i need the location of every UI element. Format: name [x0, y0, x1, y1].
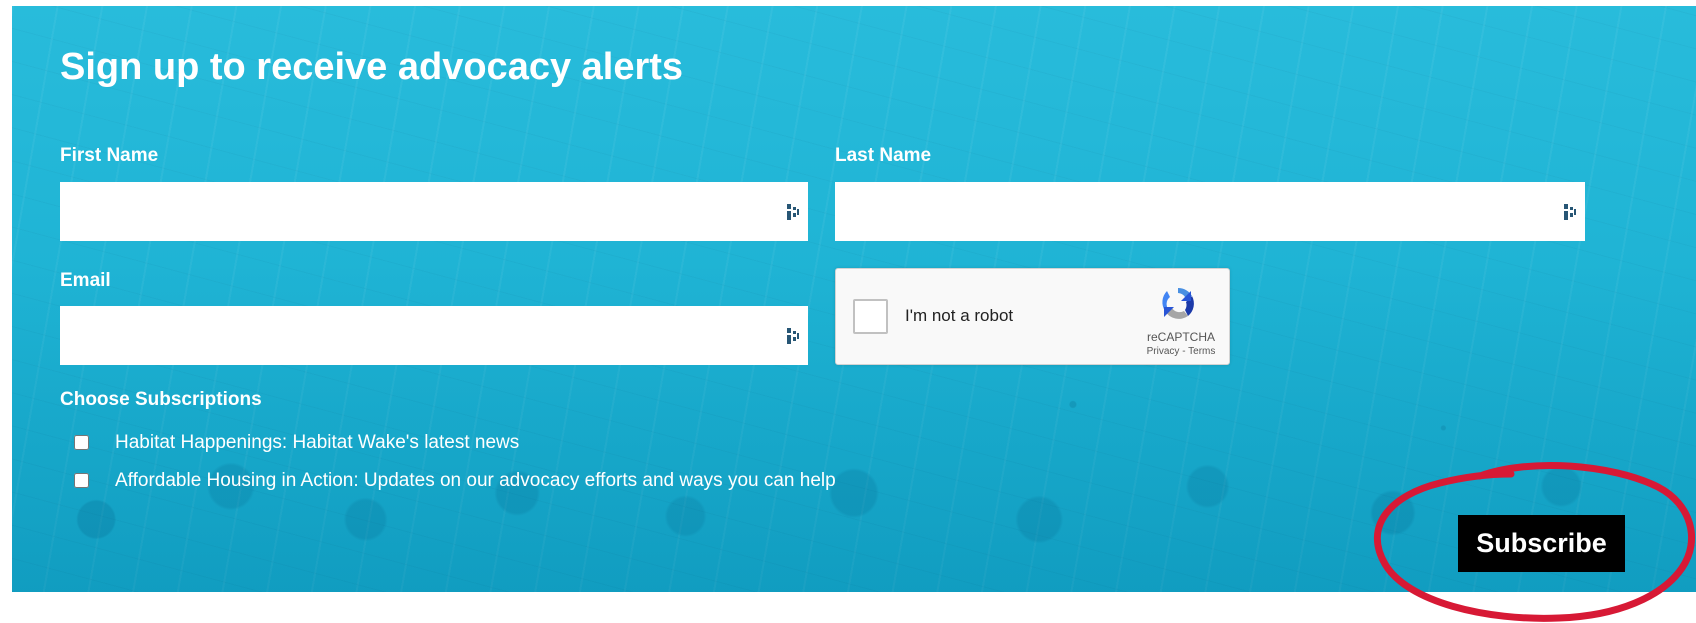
password-manager-icon[interactable]: [785, 327, 801, 345]
subscription-page: Sign up to receive advocacy alerts First…: [0, 0, 1696, 623]
habitat-happenings-checkbox[interactable]: [74, 434, 89, 450]
recaptcha-privacy-link[interactable]: Privacy: [1147, 346, 1180, 357]
advocacy-signup-form: Sign up to receive advocacy alerts First…: [12, 6, 1696, 592]
recaptcha-label: I'm not a robot: [905, 306, 1014, 325]
last-name-label: Last Name: [835, 145, 932, 166]
subscriptions-label: Choose Subscriptions: [60, 389, 262, 410]
recaptcha-terms-link[interactable]: Terms: [1188, 346, 1215, 357]
subscription-option-habitat-happenings[interactable]: Habitat Happenings: Habitat Wake's lates…: [74, 430, 519, 454]
affordable-housing-checkbox[interactable]: [74, 472, 89, 488]
subscribe-button[interactable]: Subscribe: [1458, 515, 1625, 572]
password-manager-icon[interactable]: [785, 203, 801, 221]
recaptcha-brand: reCAPTCHA: [1146, 330, 1215, 344]
first-name-input[interactable]: [60, 182, 808, 241]
recaptcha-logo-icon: [1162, 287, 1194, 319]
subscription-option-label: Affordable Housing in Action: Updates on…: [115, 469, 836, 491]
subscription-option-label: Habitat Happenings: Habitat Wake's lates…: [115, 431, 520, 453]
recaptcha-widget: I'm not a robot reCAPTCHA Privacy - Term…: [835, 268, 1230, 365]
first-name-label: First Name: [60, 145, 159, 166]
email-label: Email: [60, 270, 111, 291]
password-manager-icon[interactable]: [1562, 203, 1578, 221]
last-name-input[interactable]: [835, 182, 1585, 241]
recaptcha-link-separator: -: [1182, 346, 1186, 357]
form-title: Sign up to receive advocacy alerts: [60, 46, 684, 88]
recaptcha-links: Privacy - Terms: [1135, 347, 1227, 357]
email-input[interactable]: [60, 306, 808, 365]
subscription-option-affordable-housing[interactable]: Affordable Housing in Action: Updates on…: [74, 468, 836, 492]
recaptcha-checkbox[interactable]: [853, 299, 888, 334]
